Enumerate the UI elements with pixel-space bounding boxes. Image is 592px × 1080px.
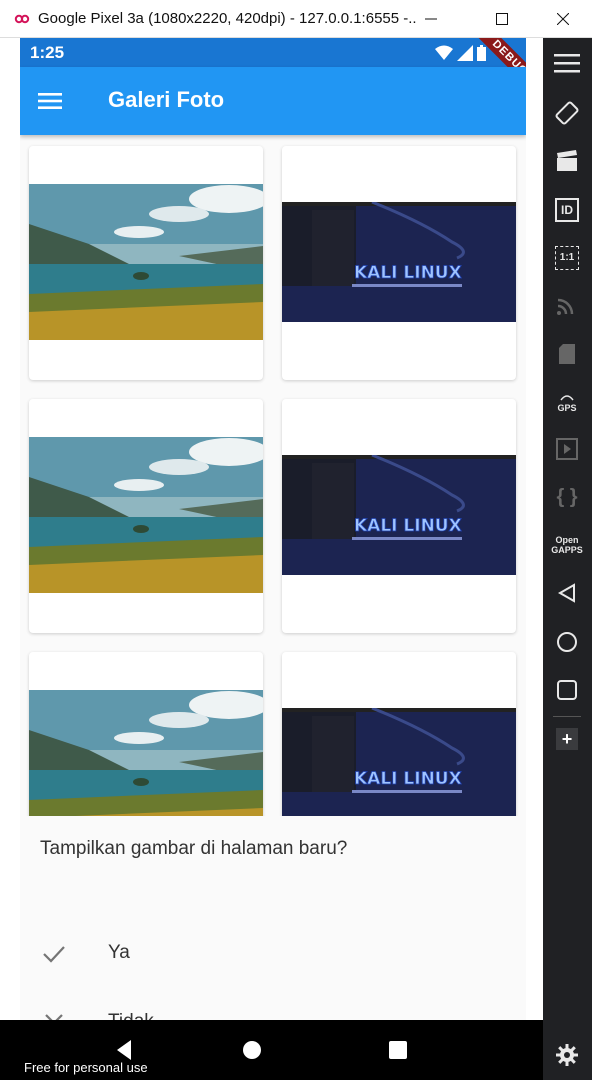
option-yes[interactable]: Ya (20, 922, 526, 986)
photo-card-kali[interactable]: KALI LINUX (282, 399, 516, 633)
device-id-tool[interactable]: ID (552, 195, 582, 225)
close-window-icon (557, 13, 569, 25)
window-title: Google Pixel 3a (1080x2220, 420dpi) - 12… (38, 10, 418, 27)
menu-icon (554, 54, 580, 73)
braces-icon: { } (556, 486, 578, 508)
plus-icon: + (556, 728, 578, 750)
add-widget-tool[interactable]: + (552, 724, 582, 754)
capture-tool[interactable] (552, 146, 582, 176)
kali-text: KALI LINUX (354, 769, 462, 789)
app-bar: Galeri Foto (20, 67, 526, 135)
lake-landscape-image (29, 437, 263, 593)
close-icon (45, 1014, 63, 1020)
minimize-button[interactable] (408, 0, 454, 38)
option-yes-label: Ya (108, 942, 130, 963)
kali-linux-image: KALI LINUX (282, 708, 516, 828)
emulator-toolbar: ID 1:1 GPS { } Open GAPPS + (543, 38, 592, 1080)
kali-linux-image: KALI LINUX (282, 202, 516, 322)
toolbar-divider (553, 716, 581, 717)
home-tool[interactable] (552, 627, 582, 657)
menu-tool[interactable] (552, 48, 582, 78)
recents-outline-icon (557, 680, 577, 700)
opengapps-icon: Open GAPPS (551, 535, 583, 555)
cast-icon (557, 298, 574, 315)
kali-linux-image: KALI LINUX (282, 455, 516, 575)
watermark-text: Free for personal use (24, 1060, 148, 1075)
rotate-tool[interactable] (552, 98, 582, 128)
pixel-perfect-tool[interactable]: 1:1 (552, 243, 582, 273)
status-bar: 1:25 DEBUG (20, 38, 526, 100)
media-tool[interactable] (552, 434, 582, 464)
rotate-icon (555, 101, 579, 125)
code-tool[interactable]: { } (552, 482, 582, 512)
kali-text: KALI LINUX (354, 263, 462, 283)
sim-tool[interactable] (552, 339, 582, 369)
dialog-question: Tampilkan gambar di halaman baru? (40, 838, 348, 859)
option-no-label: Tidak (108, 1011, 154, 1020)
wifi-icon (435, 45, 453, 60)
opengapps-tool[interactable]: Open GAPPS (551, 530, 583, 560)
back-tool[interactable] (552, 578, 582, 608)
page-title: Galeri Foto (108, 87, 225, 112)
film-icon (556, 438, 578, 460)
home-icon[interactable] (238, 1036, 266, 1064)
maximize-button[interactable] (479, 0, 525, 38)
photo-card-lake[interactable] (29, 146, 263, 380)
recents-icon[interactable] (384, 1036, 412, 1064)
clapperboard-icon (557, 150, 577, 171)
check-icon (43, 946, 65, 963)
bottom-sheet-dialog: Tampilkan gambar di halaman baru? Ya Tid… (20, 816, 526, 1020)
photo-card-lake[interactable] (29, 399, 263, 633)
settings-tool[interactable] (552, 1040, 582, 1070)
minimize-icon (425, 18, 437, 20)
option-no[interactable]: Tidak (20, 991, 526, 1020)
id-icon: ID (555, 198, 579, 222)
window-titlebar: Google Pixel 3a (1080x2220, 420dpi) - 12… (0, 0, 592, 38)
status-icons (435, 44, 486, 62)
recents-tool[interactable] (552, 675, 582, 705)
signal-icon (457, 45, 473, 61)
genymotion-icon (14, 14, 30, 24)
phone-screen: 1:25 DEBUG Galeri Foto KALI LINUX KALI L… (20, 38, 526, 1020)
cast-tool[interactable] (552, 290, 582, 320)
sim-card-icon (559, 344, 575, 364)
gps-tool[interactable]: GPS (552, 388, 582, 418)
close-window-button[interactable] (540, 0, 586, 38)
ratio-icon: 1:1 (555, 246, 579, 270)
kali-text: KALI LINUX (354, 516, 462, 536)
photo-card-kali[interactable]: KALI LINUX (282, 146, 516, 380)
gps-icon: GPS (557, 393, 577, 413)
lake-landscape-image (29, 184, 263, 340)
maximize-icon (496, 13, 508, 25)
gear-icon (556, 1044, 578, 1066)
back-outline-icon (557, 583, 575, 603)
home-outline-icon (557, 632, 577, 652)
status-time: 1:25 (30, 43, 65, 62)
gps-label: GPS (557, 403, 577, 413)
hamburger-menu-icon[interactable] (36, 87, 64, 115)
battery-icon (477, 45, 486, 61)
